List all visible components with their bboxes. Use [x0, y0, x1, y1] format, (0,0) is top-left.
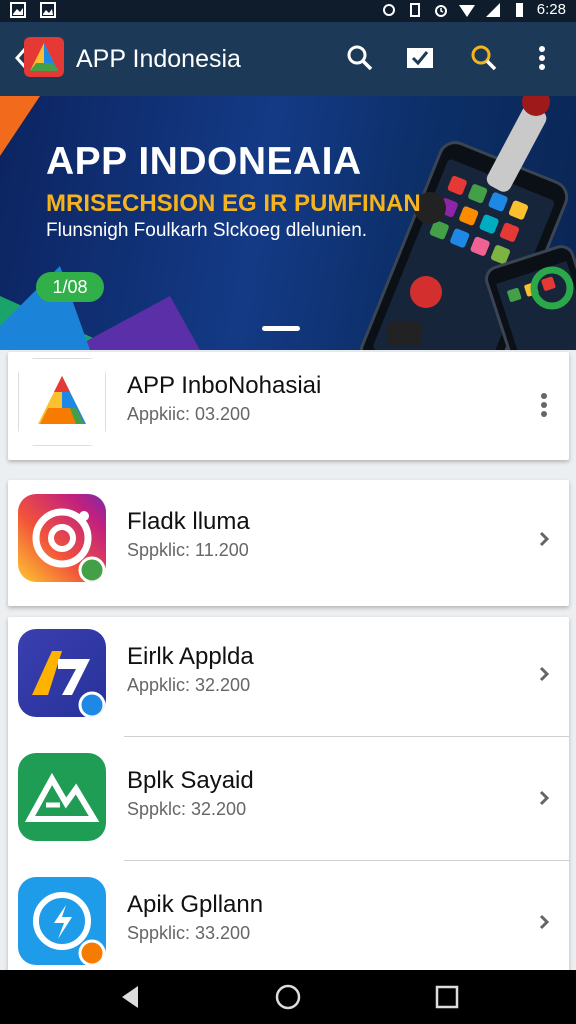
search-icon[interactable]: [468, 42, 500, 74]
wifi-icon: [458, 4, 475, 17]
gallery-icon: [40, 2, 56, 18]
app-row[interactable]: Apik Gpllann Sppklic: 33.200: [8, 865, 569, 985]
status-time: 6:28: [536, 1, 566, 18]
app-name: Apik Gpllann: [127, 891, 264, 918]
promo-banner[interactable]: APP INDONEAIA MRISECHSION EG IR PUMFINAN…: [0, 96, 576, 350]
sync-icon: [382, 3, 395, 16]
more-vert-icon[interactable]: [537, 786, 551, 814]
edit-check-icon[interactable]: [404, 42, 436, 74]
app-size: Appkiic: 03.200: [127, 404, 251, 424]
app-name: Fladk lluma: [127, 508, 250, 535]
alarm-icon: [434, 4, 447, 17]
divider: [124, 860, 569, 861]
more-vert-icon[interactable]: [537, 662, 551, 690]
app-size: Sppklc: 32.200: [127, 799, 247, 819]
app-list-card: Eirlk Applda Appklic: 32.200 Bplk Sayaid…: [8, 617, 569, 972]
status-bar: 6:28: [0, 0, 576, 22]
app-icon: [18, 877, 106, 965]
app-row[interactable]: Bplk Sayaid Sppklc: 32.200: [8, 741, 569, 861]
carousel-indicator: [262, 326, 300, 331]
app-size: Sppklic: 33.200: [127, 923, 251, 943]
battery-icon: [515, 2, 523, 17]
divider: [124, 736, 569, 737]
app-card: Fladk lluma Sppklic: 11.200: [8, 480, 569, 606]
page-title: APP Indonesia: [76, 45, 241, 73]
vibrate-icon: [409, 2, 420, 17]
more-vert-icon[interactable]: [537, 527, 551, 555]
app-row[interactable]: Fladk lluma Sppklic: 11.200: [8, 482, 569, 602]
app-name: Bplk Sayaid: [127, 767, 254, 794]
signal-icon: [485, 2, 500, 17]
app-card: APP InboNohasiai Appkiic: 03.200: [8, 352, 569, 460]
app-icon: [18, 358, 106, 446]
app-name: Eirlk Applda: [127, 643, 254, 670]
banner-subtitle: MRISECHSION EG IR PUMFINAN: [46, 190, 421, 217]
app-icon: [18, 753, 106, 841]
more-vert-icon[interactable]: [537, 391, 551, 419]
back-triangle-icon[interactable]: [116, 982, 146, 1012]
banner-title: APP INDONEAIA: [46, 140, 362, 183]
app-size: Appklic: 32.200: [127, 675, 251, 695]
app-bar: APP Indonesia: [0, 22, 576, 96]
app-logo: [24, 37, 64, 77]
app-row[interactable]: APP InboNohasiai Appkiic: 03.200: [8, 346, 569, 466]
home-circle-icon[interactable]: [273, 982, 303, 1012]
app-icon: [18, 629, 106, 717]
app-row[interactable]: Eirlk Applda Appklic: 32.200: [8, 617, 569, 737]
app-size: Sppklic: 11.200: [127, 540, 249, 560]
more-vert-icon[interactable]: [537, 910, 551, 938]
system-nav-bar: [0, 970, 576, 1024]
banner-caption: Flunsnigh Foulkarh Slckoeg dlelunien.: [46, 220, 368, 241]
search-icon[interactable]: [344, 42, 376, 74]
app-name: APP InboNohasiai: [127, 372, 322, 399]
banner-badge[interactable]: 1/08: [36, 272, 104, 302]
app-icon: [18, 494, 106, 582]
more-vert-icon[interactable]: [526, 42, 558, 74]
image-icon: [10, 2, 26, 18]
recents-square-icon[interactable]: [432, 982, 462, 1012]
